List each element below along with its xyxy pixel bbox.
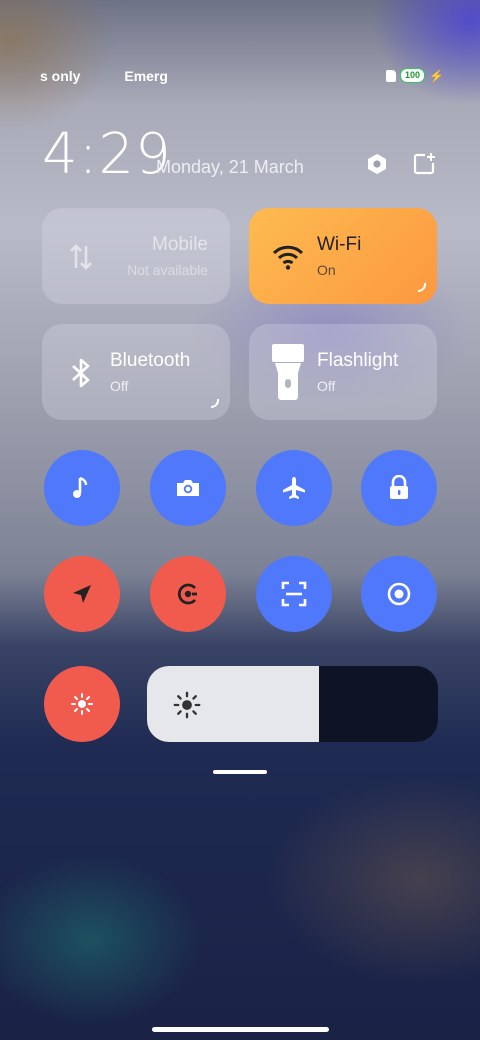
auto-brightness-toggle[interactable] [44, 666, 120, 742]
emergency-text: Emerg [124, 68, 168, 84]
brightness-slider[interactable] [147, 666, 438, 742]
mobile-data-title: Mobile [152, 234, 208, 255]
scan-icon [281, 581, 307, 607]
wifi-icon [271, 240, 305, 274]
bluetooth-icon [64, 356, 98, 390]
flashlight-icon [271, 342, 305, 402]
charging-icon: ⚡ [429, 68, 444, 83]
airplane-icon [283, 477, 305, 499]
auto-rotate-icon [177, 583, 197, 605]
hexagon-settings-icon[interactable] [365, 152, 389, 176]
auto-brightness-icon [71, 693, 93, 715]
brightness-sun-icon [173, 691, 201, 719]
auto-rotate-toggle[interactable] [150, 556, 226, 632]
status-bar-left: s only Emerg [40, 68, 208, 84]
carrier-text: s only [40, 68, 81, 84]
clock: 4:29 [42, 122, 172, 187]
panel-drag-handle[interactable] [213, 770, 267, 774]
flashlight-status: Off [317, 378, 336, 394]
flashlight-title: Flashlight [317, 350, 399, 371]
sound-toggle[interactable] [44, 450, 120, 526]
bluetooth-title: Bluetooth [110, 350, 191, 371]
bluetooth-tile[interactable]: Bluetooth Off [42, 324, 230, 420]
wifi-title: Wi-Fi [317, 234, 362, 255]
status-bar-right: 100 ⚡ [386, 68, 444, 83]
location-arrow-icon [73, 585, 91, 603]
flashlight-tile[interactable]: Flashlight Off [249, 324, 437, 420]
screenshot-toggle[interactable] [150, 450, 226, 526]
battery-icon: 100 [400, 68, 426, 83]
mobile-data-status: Not available [127, 262, 208, 278]
scanner-toggle[interactable] [256, 556, 332, 632]
edit-tiles-icon[interactable] [412, 152, 436, 176]
lock-toggle[interactable] [361, 450, 437, 526]
bluetooth-status: Off [110, 378, 129, 394]
mobile-data-tile[interactable]: Mobile Not available [42, 208, 230, 304]
sim-card-icon [386, 69, 396, 82]
camera-icon [177, 480, 199, 496]
screen-record-icon [387, 582, 411, 606]
music-note-icon [73, 476, 88, 498]
screen-recorder-toggle[interactable] [361, 556, 437, 632]
mobile-data-arrows-icon [64, 240, 98, 274]
home-indicator[interactable] [152, 1027, 329, 1032]
date: Monday, 21 March [156, 157, 304, 177]
wifi-status: On [317, 262, 336, 278]
location-toggle[interactable] [44, 556, 120, 632]
bluetooth-expand-corner-icon[interactable] [210, 398, 220, 408]
lock-icon [390, 475, 408, 499]
wifi-expand-corner-icon[interactable] [417, 282, 427, 292]
airplane-mode-toggle[interactable] [256, 450, 332, 526]
wifi-tile[interactable]: Wi-Fi On [249, 208, 437, 304]
